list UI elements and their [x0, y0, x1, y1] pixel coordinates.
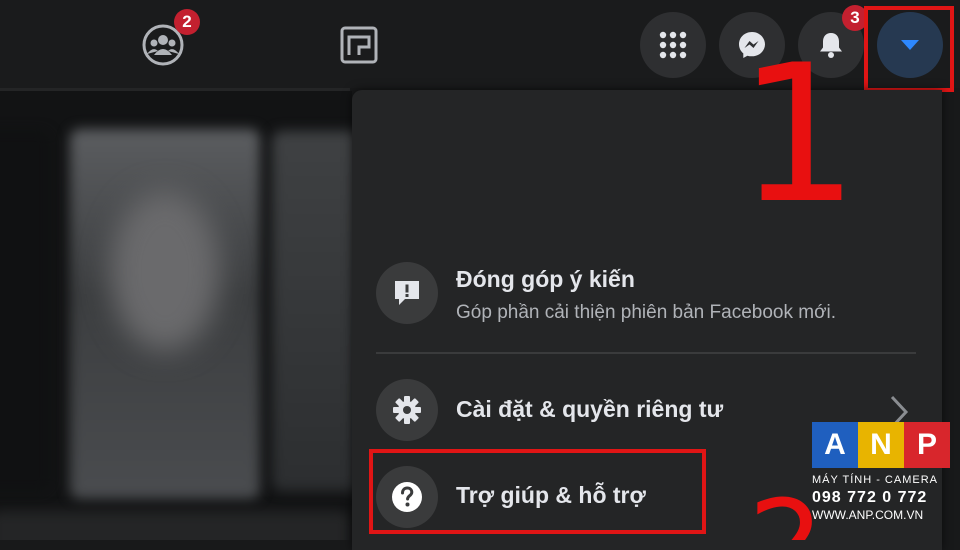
watermark-letter-a: A — [812, 422, 858, 468]
grid-menu-icon — [659, 31, 687, 59]
watermark-site: WWW.ANP.COM.VN — [812, 508, 924, 522]
anp-watermark: A N P MÁY TÍNH - CAMERA 098 772 0 772 WW… — [812, 422, 952, 540]
gaming-icon — [340, 26, 378, 64]
menu-item-feedback[interactable] — [372, 248, 932, 338]
step-one-highlight — [864, 6, 954, 92]
bottom-card-blur — [0, 511, 350, 540]
watermark-logo: A N P — [812, 422, 952, 470]
gaming-nav-button[interactable] — [338, 24, 380, 66]
settings-icon-wrap — [376, 379, 438, 441]
watermark-letter-p: P — [904, 422, 950, 468]
gear-icon — [393, 396, 421, 424]
watermark-phone: 098 772 0 772 — [812, 489, 928, 506]
watermark-letter-n: N — [858, 422, 904, 468]
watermark-tagline: MÁY TÍNH - CAMERA — [812, 474, 938, 486]
blurred-stories-feed — [0, 91, 352, 540]
feedback-subtitle: Góp phần cải thiện phiên bản Facebook mớ… — [456, 302, 837, 323]
menu-button[interactable] — [640, 12, 706, 78]
feedback-icon — [395, 281, 419, 305]
story-card-left — [0, 131, 50, 491]
groups-badge: 2 — [174, 9, 200, 35]
feedback-title: Đóng góp ý kiến — [456, 266, 635, 292]
feedback-icon-wrap — [376, 262, 438, 324]
settings-title: Cài đặt & quyền riêng tư — [456, 396, 724, 422]
story-face-blur — [110, 191, 220, 351]
story-card-right — [272, 131, 352, 491]
step-one-label: 1 — [738, 24, 859, 245]
step-two-highlight — [369, 449, 706, 534]
menu-divider — [376, 352, 916, 354]
